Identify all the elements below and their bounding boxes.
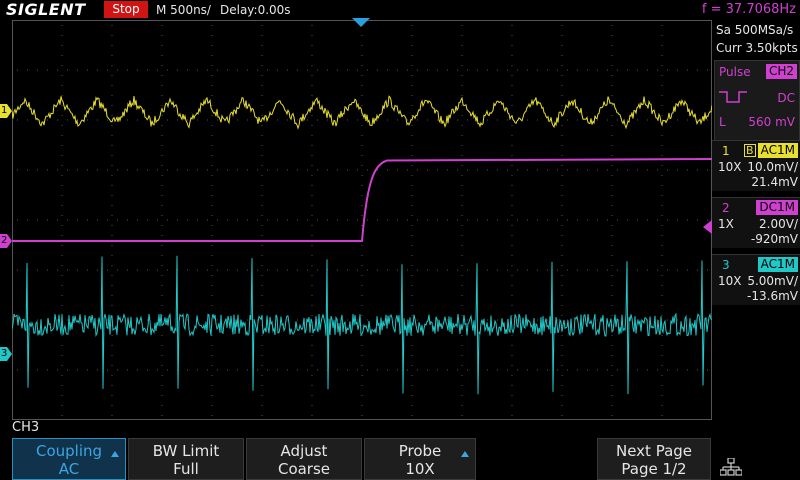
softkey-label: BW Limit — [152, 442, 220, 460]
waveform-traces — [12, 95, 712, 395]
brand-logo: SIGLENT — [6, 0, 86, 19]
triangle-down-icon[interactable] — [352, 18, 370, 28]
channel-3-info[interactable]: 3 AC1M 10X 5.00mV/ -13.6mV — [712, 254, 800, 305]
probe-attenuation: 10X — [718, 160, 742, 174]
pulse-polarity-icon — [719, 91, 747, 103]
ch3-trace — [12, 255, 712, 395]
softkey-label: Probe — [398, 442, 442, 460]
softkey-label: Coupling — [35, 442, 103, 460]
timebase-readout: M 500ns/ — [156, 3, 211, 17]
coupling-badge: AC1M — [757, 257, 798, 272]
ch2-trace — [12, 158, 712, 242]
vertical-scale: 2.00V/ — [759, 217, 798, 231]
run-state-badge[interactable]: Stop — [104, 1, 148, 18]
probe-attenuation: 10X — [718, 274, 742, 288]
vertical-scale: 5.00mV/ — [747, 274, 798, 288]
ch1-trace — [12, 95, 712, 130]
trigger-coupling: DC — [777, 91, 795, 105]
channel-number: 2 — [722, 201, 730, 215]
adjust-softkey[interactable]: Adjust Coarse — [246, 438, 362, 480]
trigger-level-marker-icon[interactable] — [703, 220, 712, 234]
status-bar: SIGLENT Stop M 500ns/ Delay:0.00s f = 37… — [0, 0, 800, 20]
sample-rate-readout: Sa 500MSa/s — [716, 23, 794, 37]
vertical-offset: -13.6mV — [747, 289, 798, 303]
softkey-value: AC — [58, 460, 80, 478]
arrow-up-icon — [461, 451, 469, 457]
channel-number: 3 — [722, 258, 730, 272]
channel-1-info[interactable]: 1 B AC1M 10X 10.0mV/ 21.4mV — [712, 140, 800, 191]
info-panel: Sa 500MSa/s Curr 3.50kpts Pulse CH2 DC L… — [712, 20, 800, 420]
trigger-type: Pulse — [719, 65, 751, 79]
softkey-value: Coarse — [277, 460, 331, 478]
vertical-offset: 21.4mV — [751, 175, 798, 189]
bw-limit-softkey[interactable]: BW Limit Full — [128, 438, 244, 480]
bw-limit-badge: B — [744, 144, 756, 157]
probe-softkey[interactable]: Probe 10X — [364, 438, 476, 480]
softkey-value: Full — [173, 460, 199, 478]
channel-2-info[interactable]: 2 DC1M 1X 2.00V/ -920mV — [712, 197, 800, 248]
next-page-softkey[interactable]: Next Page Page 1/2 — [597, 438, 711, 480]
delay-readout: Delay:0.00s — [220, 3, 291, 17]
ch3-marker-label: 3 — [1, 348, 8, 359]
ch2-marker-label: 2 — [1, 235, 8, 246]
frequency-readout: f = 37.7068Hz — [701, 2, 796, 17]
trigger-level-value: 560 mV — [748, 115, 795, 129]
probe-attenuation: 1X — [718, 217, 734, 231]
softkey-label: Adjust — [280, 442, 328, 460]
coupling-softkey[interactable]: Coupling AC — [12, 438, 126, 480]
memory-depth-readout: Curr 3.50kpts — [716, 41, 798, 55]
vertical-scale: 10.0mV/ — [747, 160, 798, 174]
ch1-marker-label: 1 — [1, 105, 8, 116]
channel-number: 1 — [722, 144, 730, 158]
trigger-source-badge: CH2 — [765, 64, 797, 79]
arrow-up-icon — [111, 451, 119, 457]
waveform-display[interactable] — [12, 20, 712, 420]
softkey-label: Next Page — [615, 442, 693, 460]
vertical-offset: -920mV — [750, 232, 798, 246]
softkey-value: 10X — [405, 460, 435, 478]
trigger-level-label: L — [719, 115, 726, 129]
softkey-value: Page 1/2 — [621, 460, 687, 478]
coupling-badge: DC1M — [756, 200, 798, 215]
coupling-badge: AC1M — [757, 143, 798, 158]
network-icon — [720, 458, 742, 476]
menu-title: CH3 — [12, 420, 40, 435]
